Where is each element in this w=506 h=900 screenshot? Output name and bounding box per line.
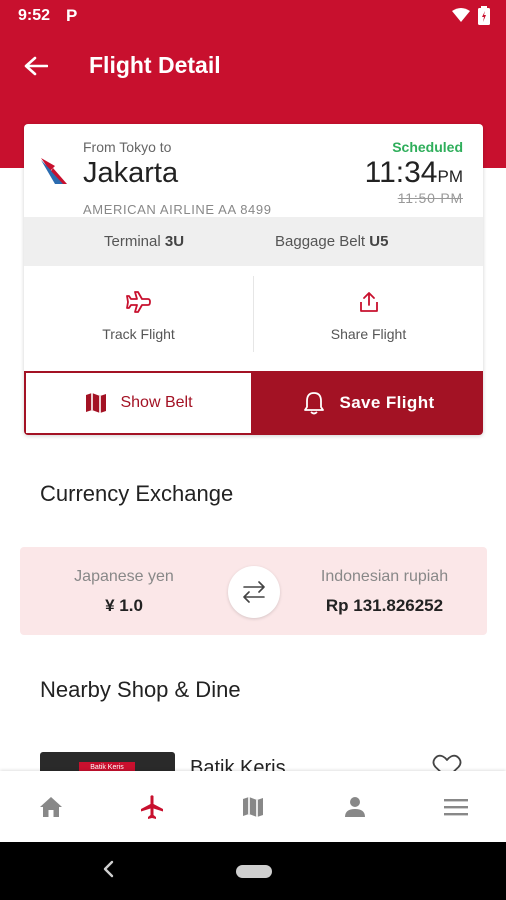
time-ampm: PM [437, 167, 464, 186]
baggage-belt-label: Baggage Belt [275, 233, 366, 250]
nav-menu[interactable] [436, 789, 476, 825]
track-flight-button[interactable]: Track Flight [24, 272, 253, 350]
save-flight-label: Save Flight [339, 393, 435, 412]
battery-icon [478, 6, 490, 25]
map-icon [243, 797, 263, 817]
nav-home[interactable] [31, 789, 71, 825]
currency-exchange-panel: Japanese yen ¥ 1.0 Indonesian rupiah Rp … [20, 547, 487, 635]
baggage-belt-info: Baggage Belt U5 [275, 233, 388, 250]
system-navigation-bar [0, 842, 506, 900]
home-icon [40, 797, 62, 817]
track-flight-label: Track Flight [102, 326, 175, 342]
nav-flights[interactable] [132, 789, 172, 825]
notification-app-icon: P [66, 6, 78, 25]
flight-status: Scheduled [392, 139, 463, 155]
share-flight-label: Share Flight [330, 326, 407, 342]
app-bar: Flight Detail [0, 32, 506, 102]
currency-from-name: Japanese yen [74, 568, 174, 585]
time-value: 11:34 [364, 156, 438, 189]
menu-icon [444, 799, 468, 816]
arrow-left-icon [24, 56, 48, 76]
person-icon [345, 797, 365, 817]
map-icon [86, 393, 107, 413]
currency-to-name: Indonesian rupiah [320, 568, 449, 585]
wifi-icon [452, 8, 470, 22]
currency-to-value: Rp 131.826252 [325, 596, 444, 615]
save-flight-button[interactable]: Save Flight [253, 371, 483, 435]
destination-city: Jakarta [83, 157, 179, 189]
system-back-icon[interactable] [100, 859, 116, 879]
nearby-section-title: Nearby Shop & Dine [40, 677, 241, 702]
terminal-info-band: Terminal 3U Baggage Belt U5 [24, 217, 483, 266]
show-belt-label: Show Belt [120, 394, 193, 411]
terminal-info: Terminal 3U [104, 233, 184, 250]
bottom-navigation [0, 771, 506, 842]
currency-section-title: Currency Exchange [40, 481, 234, 506]
status-time: 9:52 [18, 7, 51, 24]
share-flight-button[interactable]: Share Flight [254, 272, 483, 350]
terminal-label: Terminal [104, 233, 161, 250]
flight-card: From Tokyo to Jakarta AMERICAN AIRLINE A… [24, 124, 483, 435]
airplane-outline-icon [125, 291, 151, 313]
back-button[interactable] [14, 44, 58, 88]
terminal-value: 3U [164, 233, 185, 250]
currency-from-value: ¥ 1.0 [105, 596, 143, 615]
system-home-pill[interactable] [236, 865, 272, 878]
swap-currency-button[interactable] [228, 566, 280, 618]
nav-map[interactable] [233, 789, 273, 825]
show-belt-button[interactable]: Show Belt [24, 371, 253, 435]
airplane-icon [141, 795, 163, 819]
airline-flight-number: AMERICAN AIRLINE AA 8499 [83, 202, 272, 217]
share-icon [359, 292, 378, 312]
original-time: 11:50 PM [397, 190, 463, 206]
swap-arrows-icon [243, 581, 265, 603]
airline-logo-icon [41, 158, 67, 184]
nav-profile[interactable] [335, 789, 375, 825]
page-title: Flight Detail [89, 52, 221, 78]
scheduled-time: 11:34PM [365, 156, 463, 190]
baggage-belt-value: U5 [369, 233, 389, 250]
bell-icon [304, 392, 325, 415]
status-bar: 9:52 P [0, 0, 506, 32]
origin-label: From Tokyo to [83, 139, 172, 155]
